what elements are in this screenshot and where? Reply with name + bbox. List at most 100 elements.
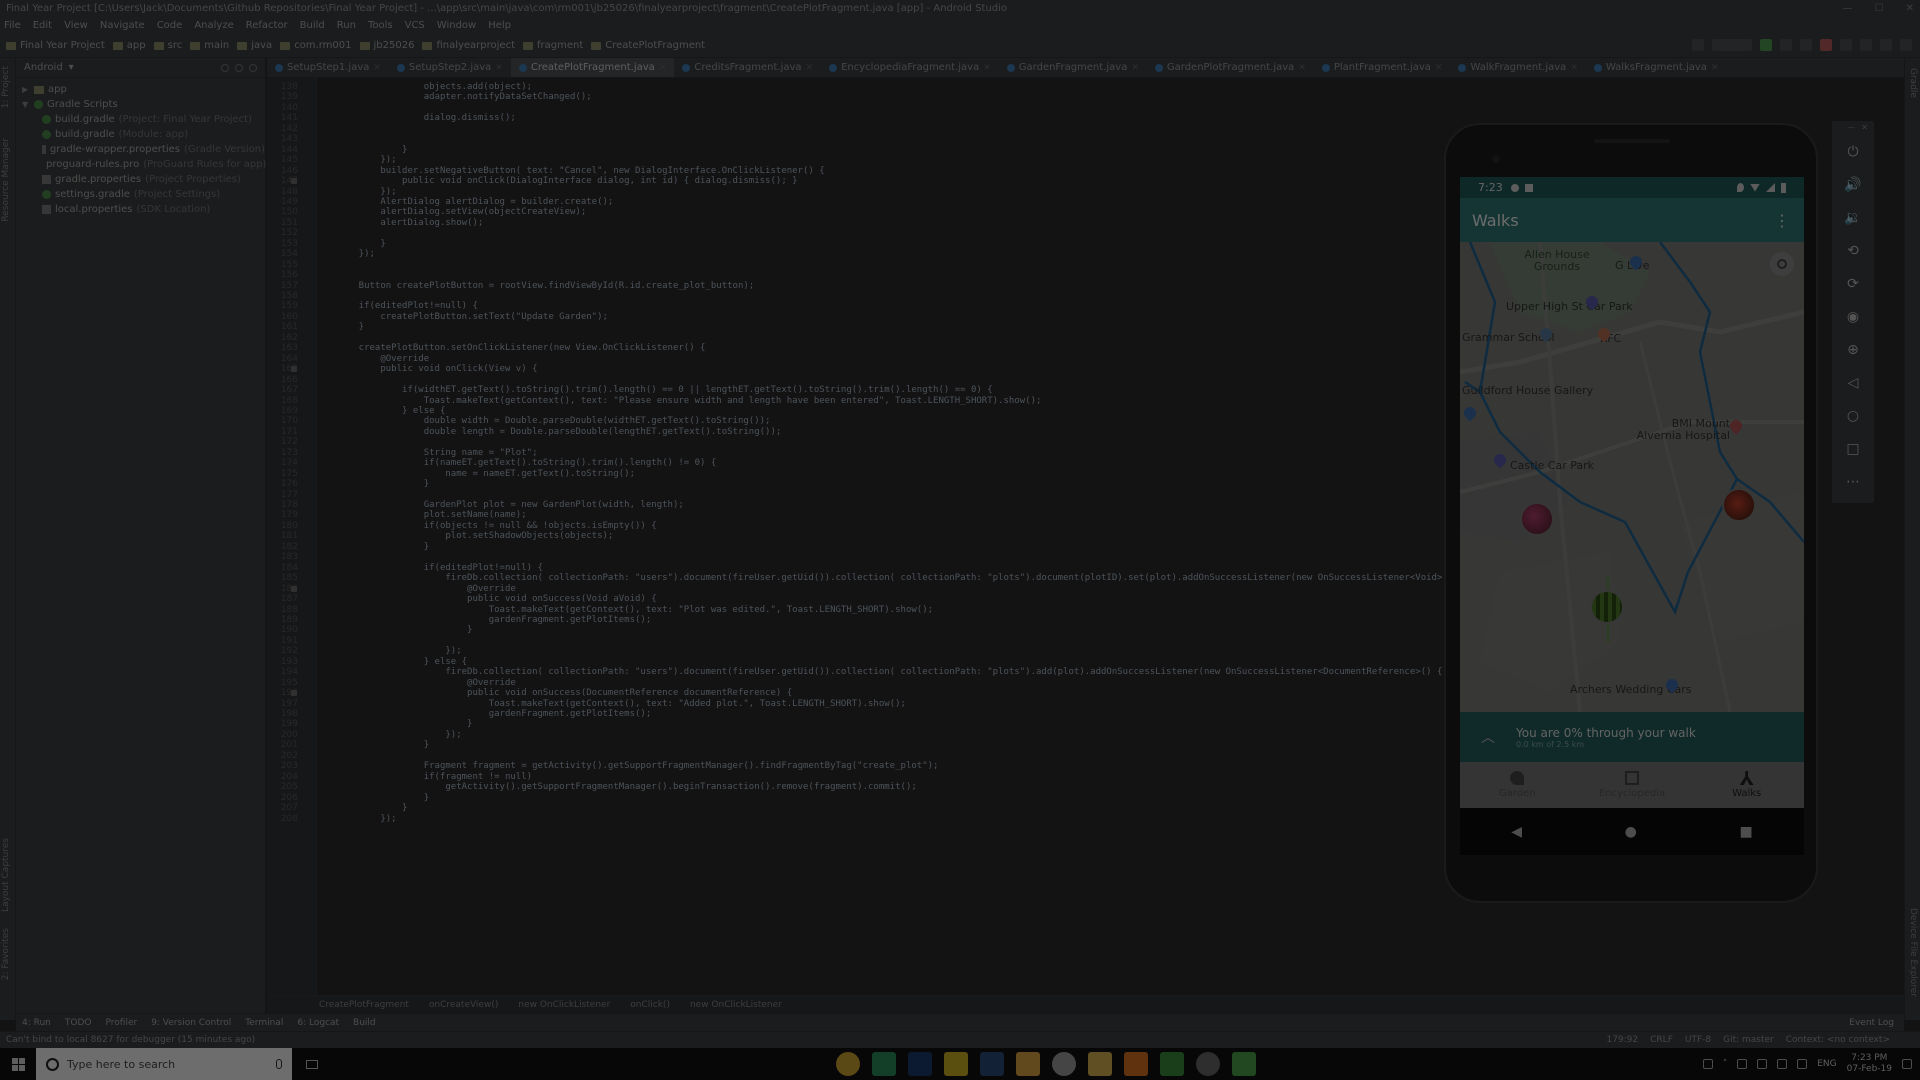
volume-down-icon[interactable]: 🔉 — [1832, 201, 1874, 234]
volume-icon[interactable] — [1757, 1059, 1768, 1069]
profile-icon[interactable] — [1800, 39, 1812, 51]
close-icon[interactable]: ✕ — [1906, 3, 1914, 14]
plant-photo-marker[interactable] — [1590, 590, 1624, 624]
avd-manager-icon[interactable] — [1860, 39, 1872, 51]
close-icon[interactable]: ✕ — [659, 63, 667, 73]
tool-window-button[interactable]: 9: Version Control — [151, 1018, 231, 1028]
editor-breadcrumb-item[interactable]: CreatePlotFragment — [319, 1000, 409, 1010]
fold-marker-icon[interactable] — [291, 585, 297, 592]
editor-breadcrumb-item[interactable]: new OnClickListener — [518, 1000, 610, 1010]
editor-tab[interactable]: WalkFragment.java ✕ — [1450, 58, 1585, 77]
menu-item[interactable]: VCS — [405, 20, 425, 31]
breadcrumb-item[interactable]: com.rm001 — [280, 40, 352, 51]
file-explorer-icon[interactable] — [1088, 1052, 1112, 1076]
power-icon[interactable]: ⏻ — [1832, 135, 1874, 168]
overview-icon[interactable]: □ — [1832, 432, 1874, 465]
hammer-icon[interactable] — [1692, 39, 1704, 51]
collapse-icon[interactable] — [235, 63, 243, 72]
back-icon[interactable]: ◁ — [1832, 366, 1874, 399]
people-icon[interactable] — [1702, 1059, 1713, 1069]
task-view-button[interactable] — [292, 1048, 332, 1080]
plant-photo-marker[interactable] — [1722, 488, 1756, 522]
chevron-right-icon[interactable]: ▶ — [22, 85, 30, 94]
tool-window-button[interactable]: Build — [353, 1018, 376, 1028]
editor-breadcrumb-item[interactable]: onClick() — [630, 1000, 670, 1010]
fold-marker-icon[interactable] — [291, 690, 297, 697]
project-tree-item[interactable]: ▼ Gradle Scripts — [16, 97, 265, 112]
menu-item[interactable]: Analyze — [194, 20, 233, 31]
close-icon[interactable]: ✕ — [983, 63, 991, 73]
chrome-icon[interactable] — [836, 1052, 860, 1076]
bottom-nav-garden[interactable]: Garden — [1460, 762, 1575, 808]
home-icon[interactable]: ○ — [1832, 399, 1874, 432]
walk-map[interactable]: Allen House Grounds G Live Upper High St… — [1460, 242, 1804, 712]
android-studio-icon[interactable] — [1160, 1052, 1184, 1076]
settings-icon[interactable] — [1196, 1052, 1220, 1076]
close-icon[interactable]: ✕ — [1298, 63, 1306, 73]
close-icon[interactable]: ✕ — [1861, 123, 1868, 133]
language-indicator[interactable]: ENG — [1817, 1059, 1836, 1069]
close-icon[interactable]: ✕ — [1131, 63, 1139, 73]
menu-item[interactable]: Edit — [33, 20, 52, 31]
project-tool-tab[interactable]: 1: Project — [1, 66, 11, 108]
breadcrumb-item[interactable]: finalyearproject — [422, 40, 515, 51]
sync-icon[interactable] — [1840, 39, 1852, 51]
editor-tab[interactable]: SetupStep2.java ✕ — [389, 58, 511, 77]
close-icon[interactable]: ✕ — [373, 63, 381, 73]
project-tree-item[interactable]: local.properties (SDK Location) — [16, 202, 265, 217]
favorites-tab[interactable]: 2: Favorites — [1, 928, 11, 980]
steam-icon[interactable] — [980, 1052, 1004, 1076]
menu-item[interactable]: Build — [300, 20, 325, 31]
rotate-left-icon[interactable]: ⟲ — [1832, 234, 1874, 267]
project-tree-item[interactable]: ▶ app — [16, 82, 265, 97]
editor-breadcrumb-item[interactable]: onCreateView() — [429, 1000, 499, 1010]
git-icon[interactable] — [1016, 1052, 1040, 1076]
zoom-icon[interactable]: ⊕ — [1832, 333, 1874, 366]
menu-item[interactable]: Refactor — [246, 20, 288, 31]
start-button[interactable] — [0, 1048, 36, 1080]
network-icon[interactable] — [1737, 1059, 1748, 1069]
tool-window-button[interactable]: 6: Logcat — [297, 1018, 339, 1028]
editor-tab[interactable]: SetupStep1.java ✕ — [267, 58, 389, 77]
breadcrumb-item[interactable]: src — [153, 40, 182, 51]
project-view-selector[interactable]: Android — [24, 62, 63, 73]
back-icon[interactable]: ◀ — [1511, 824, 1522, 840]
menu-item[interactable]: Help — [488, 20, 511, 31]
mouse-app-icon[interactable] — [1052, 1052, 1076, 1076]
menu-item[interactable]: Tools — [368, 20, 393, 31]
project-tree-item[interactable]: build.gradle (Project: Final Year Project… — [16, 112, 265, 127]
editor-tab[interactable]: CreditsFragment.java ✕ — [674, 58, 821, 77]
more-icon[interactable]: ⋯ — [1832, 465, 1874, 498]
menu-item[interactable]: Window — [437, 20, 476, 31]
minimize-icon[interactable]: — — [1847, 123, 1855, 133]
tool-window-button[interactable]: 4: Run — [22, 1018, 51, 1028]
project-tree-item[interactable]: build.gradle (Module: app) — [16, 127, 265, 142]
gear-icon[interactable] — [249, 63, 257, 72]
mail-icon[interactable] — [1124, 1052, 1148, 1076]
config-dropdown[interactable] — [1712, 39, 1752, 51]
battery-tray-icon[interactable] — [1797, 1059, 1808, 1069]
line-separator[interactable]: CRLF — [1650, 1035, 1673, 1045]
locate-icon[interactable] — [221, 63, 229, 72]
breadcrumb-item[interactable]: app — [112, 40, 146, 51]
layout-captures-tab[interactable]: Layout Captures — [1, 838, 11, 912]
bottom-nav-walks[interactable]: Walks — [1689, 762, 1804, 808]
device-file-explorer-tab[interactable]: Device File Explorer — [1908, 908, 1918, 997]
project-tree-item[interactable]: proguard-rules.pro (ProGuard Rules for ap… — [16, 157, 266, 172]
editor-tab[interactable]: PlantFragment.java ✕ — [1314, 58, 1451, 77]
sdk-manager-icon[interactable] — [1880, 39, 1892, 51]
breadcrumb-item[interactable]: Final Year Project — [6, 40, 105, 51]
maximize-icon[interactable]: ☐ — [1875, 3, 1884, 14]
close-icon[interactable]: ✕ — [1435, 63, 1443, 73]
breadcrumb-item[interactable]: fragment — [523, 40, 583, 51]
editor-tab[interactable]: CreatePlotFragment.java ✕ — [510, 58, 675, 77]
overflow-menu-icon[interactable]: ⋮ — [1774, 211, 1790, 230]
caret-position[interactable]: 179:92 — [1606, 1035, 1638, 1045]
menu-item[interactable]: Code — [157, 20, 183, 31]
project-tree-item[interactable]: gradle.properties (Project Properties) — [16, 172, 265, 187]
close-icon[interactable]: ✕ — [495, 63, 503, 73]
editor-tab[interactable]: WalksFragment.java ✕ — [1586, 58, 1727, 77]
breadcrumb-item[interactable]: CreatePlotFragment — [591, 40, 705, 51]
notification-icon[interactable] — [1902, 1059, 1912, 1069]
tool-window-button[interactable]: Terminal — [245, 1018, 283, 1028]
